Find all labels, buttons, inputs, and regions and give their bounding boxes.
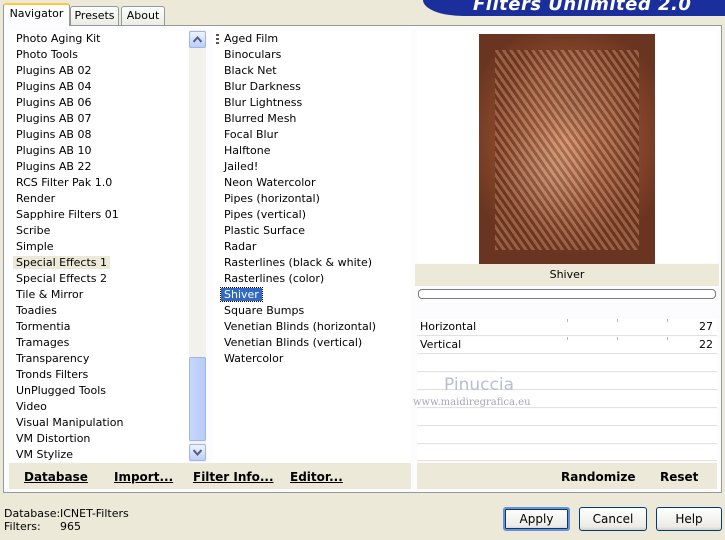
preview-area — [417, 30, 717, 266]
category-item[interactable]: RCS Filter Pak 1.0 — [13, 175, 115, 191]
param-empty — [417, 355, 717, 372]
filter-item[interactable]: Aged Film — [221, 31, 281, 47]
filter-title: Shiver — [415, 264, 719, 286]
scroll-down-button[interactable] — [189, 444, 206, 461]
category-item[interactable]: VM Distortion — [13, 431, 93, 447]
category-item[interactable]: Plugins AB 06 — [13, 95, 94, 111]
tab-about[interactable]: About — [121, 6, 165, 25]
randomize-link[interactable]: Randomize — [561, 470, 635, 484]
category-item[interactable]: Scribe — [13, 223, 53, 239]
category-item[interactable]: Plugins AB 10 — [13, 143, 94, 159]
filter-list[interactable]: Aged Film Binoculars Black Net Blur Darknes… — [213, 30, 411, 462]
tab-presets[interactable]: Presets — [70, 6, 119, 25]
param-empty — [417, 427, 717, 444]
filter-item[interactable]: Blurred Mesh — [221, 111, 299, 127]
filter-item[interactable]: Neon Watercolor — [221, 175, 319, 191]
category-item[interactable]: Tormentia — [13, 319, 73, 335]
category-item[interactable]: Tramages — [13, 335, 72, 351]
category-item[interactable]: Simple — [13, 239, 57, 255]
category-item[interactable]: Video — [13, 399, 50, 415]
filter-item[interactable]: Halftone — [221, 143, 274, 159]
filter-item[interactable]: Pipes (vertical) — [221, 207, 309, 223]
apply-button[interactable]: Apply — [503, 507, 570, 531]
param-vertical[interactable]: Vertical 22 — [417, 337, 717, 354]
help-button[interactable]: Help — [656, 507, 722, 531]
filter-item[interactable]: Shiver — [220, 287, 263, 303]
tab-navigator[interactable]: Navigator — [3, 3, 70, 26]
category-item[interactable]: Transparency — [13, 351, 92, 367]
category-item[interactable]: Visual Manipulation — [13, 415, 126, 431]
database-value: ICNET-Filters — [60, 507, 129, 520]
category-item[interactable]: Photo Tools — [13, 47, 81, 63]
filter-item[interactable]: Plastic Surface — [221, 223, 308, 239]
progress-bar — [418, 289, 716, 299]
filter-item[interactable]: Jailed! — [221, 159, 261, 175]
filter-item[interactable]: Venetian Blinds (vertical) — [221, 335, 365, 351]
category-item[interactable]: Plugins AB 04 — [13, 79, 94, 95]
watermark-url: www.maidiregrafica.eu — [413, 397, 531, 408]
category-scrollbar[interactable] — [189, 30, 206, 462]
filters-count: 965 — [60, 520, 81, 533]
filters-label: Filters: — [4, 520, 41, 533]
filter-info-link[interactable]: Filter Info... — [193, 470, 274, 484]
param-value: 22 — [699, 338, 713, 351]
chevron-up-icon — [193, 36, 202, 43]
category-item[interactable]: Render — [13, 191, 58, 207]
category-item[interactable]: Sapphire Filters 01 — [13, 207, 122, 223]
scroll-thumb[interactable] — [189, 357, 206, 441]
filter-item[interactable]: Pipes (horizontal) — [221, 191, 323, 207]
reset-link[interactable]: Reset — [660, 470, 698, 484]
filter-item[interactable]: Radar — [221, 239, 259, 255]
category-item[interactable]: Plugins AB 02 — [13, 63, 94, 79]
watermark-name: Pinuccia — [444, 375, 514, 395]
filter-item[interactable]: Black Net — [221, 63, 280, 79]
category-item[interactable]: Tile & Mirror — [13, 287, 86, 303]
category-item[interactable]: Tronds Filters — [13, 367, 91, 383]
param-horizontal[interactable]: Horizontal 27 — [417, 319, 717, 336]
cancel-button[interactable]: Cancel — [579, 507, 647, 531]
category-list[interactable]: Photo Aging Kit Photo Tools Plugins AB 02 P… — [9, 30, 189, 462]
category-item[interactable]: Toadies — [13, 303, 60, 319]
param-label: Horizontal — [420, 320, 477, 333]
filter-item[interactable]: Blur Darkness — [221, 79, 304, 95]
category-item[interactable]: Plugins AB 07 — [13, 111, 94, 127]
param-label: Vertical — [420, 338, 462, 351]
category-item[interactable]: VM Stylize — [13, 447, 76, 462]
app-title-banner: Filters Unlimited 2.0 — [423, 0, 725, 16]
preview-image — [479, 34, 655, 266]
import-link[interactable]: Import... — [114, 470, 173, 484]
editor-link[interactable]: Editor... — [290, 470, 343, 484]
filter-item[interactable]: Blur Lightness — [221, 95, 305, 111]
database-label: Database: — [4, 507, 61, 520]
app-title: Filters Unlimited 2.0 — [473, 0, 692, 15]
filter-item[interactable]: Rasterlines (color) — [221, 271, 327, 287]
filter-item[interactable]: Venetian Blinds (horizontal) — [221, 319, 379, 335]
category-item[interactable]: Plugins AB 22 — [13, 159, 94, 175]
param-value: 27 — [699, 320, 713, 333]
list-grip-icon — [216, 34, 219, 46]
filter-item[interactable]: Square Bumps — [221, 303, 307, 319]
filter-item[interactable]: Focal Blur — [221, 127, 281, 143]
param-empty — [417, 409, 717, 426]
category-item[interactable]: UnPlugged Tools — [13, 383, 109, 399]
filter-item[interactable]: Binoculars — [221, 47, 284, 63]
database-link[interactable]: Database — [24, 470, 88, 484]
scroll-up-button[interactable] — [189, 31, 206, 48]
category-item[interactable]: Special Effects 1 — [13, 255, 111, 271]
filter-item[interactable]: Watercolor — [221, 351, 286, 367]
category-item[interactable]: Special Effects 2 — [13, 271, 110, 287]
category-item[interactable]: Photo Aging Kit — [13, 31, 103, 47]
param-empty — [417, 445, 717, 461]
chevron-down-icon — [193, 449, 202, 456]
filter-item[interactable]: Rasterlines (black & white) — [221, 255, 375, 271]
category-item[interactable]: Plugins AB 08 — [13, 127, 94, 143]
